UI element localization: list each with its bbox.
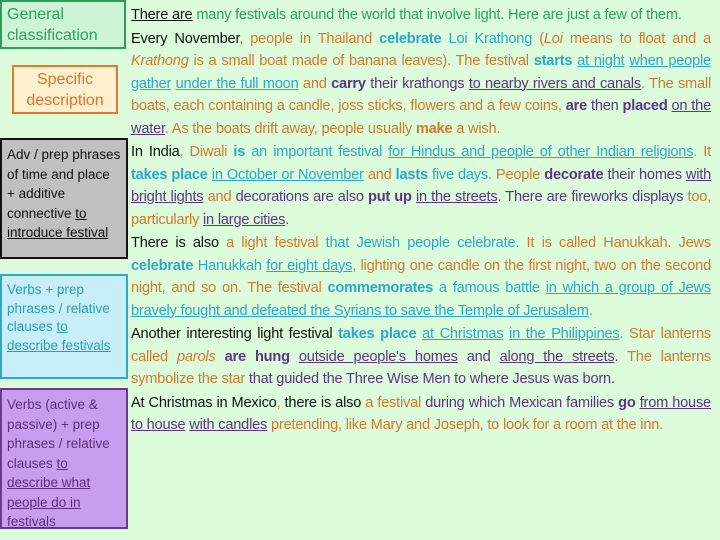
- legend-specific-label: Specific description: [26, 71, 104, 109]
- text-segment: Another interesting light festival: [131, 326, 339, 342]
- legend-adv-label: Adv / prep phrases of time and place + a…: [7, 147, 121, 221]
- text-segment: that guided the Three Wise Men to where …: [248, 371, 615, 387]
- text-segment: make: [415, 120, 453, 137]
- paragraph-1: There are many festivals around the worl…: [131, 4, 711, 27]
- text-segment: and: [203, 189, 236, 205]
- legend-general-classification: General classification: [0, 0, 126, 49]
- text-segment: [290, 349, 299, 365]
- legend-verbs-describe-festivals: Verbs + prep phrases / relative clauses …: [0, 274, 128, 379]
- text-segment: Loi: [543, 30, 563, 47]
- text-segment: There is also: [131, 235, 219, 251]
- text-segment: under the full moon: [175, 75, 299, 92]
- text-segment: an important festival: [245, 144, 389, 160]
- text-segment: a light festival: [218, 235, 326, 251]
- paragraph-2: Every November, people in Thailand celeb…: [131, 28, 711, 141]
- text-segment: decorations are also: [235, 189, 368, 205]
- text-segment: ,: [276, 394, 285, 411]
- text-segment: placed: [622, 98, 668, 114]
- text-segment: lasts: [395, 166, 428, 183]
- text-segment: carry: [331, 75, 366, 92]
- text-segment: during which Mexican families: [425, 394, 619, 411]
- text-segment: put up: [367, 189, 412, 205]
- text-segment: a wish.: [452, 120, 501, 137]
- legend-general-label: General classification: [7, 6, 98, 44]
- text-segment: celebrate: [131, 257, 194, 274]
- text-segment: (: [532, 30, 544, 47]
- text-segment: Krathong: [131, 53, 189, 69]
- text-segment: their krathongs: [365, 75, 469, 92]
- text-segment: , Diwali: [179, 144, 234, 160]
- text-segment: commemorates: [327, 280, 434, 296]
- text-segment: .: [619, 326, 630, 342]
- text-segment: in the Philippines: [509, 326, 620, 342]
- text-segment: There are: [131, 7, 193, 23]
- paragraph-4: There is also a light festival that Jewi…: [131, 232, 711, 322]
- text-segment: Every November: [131, 30, 240, 47]
- paragraph-3: In India, Diwali is an important festiva…: [131, 141, 711, 231]
- text-segment: a festival: [365, 394, 426, 411]
- text-segment: . As the boats drift away, people usuall…: [164, 120, 416, 137]
- text-segment: and: [298, 75, 332, 92]
- text-segment: along the streets: [499, 348, 615, 365]
- paragraph-6: At Christmas in Mexico, there is also a …: [131, 392, 711, 437]
- text-segment: People: [495, 166, 545, 183]
- text-segment: at night: [577, 53, 625, 69]
- text-segment: celebrate: [379, 30, 442, 47]
- text-segment: takes place: [131, 166, 208, 183]
- text-segment: decorate: [544, 166, 604, 183]
- text-segment: their homes: [603, 166, 686, 183]
- text-segment: .: [285, 211, 290, 228]
- text-segment: with candles: [189, 417, 268, 433]
- text-segment: . There are fireworks displays: [497, 189, 688, 205]
- text-segment: outside people's homes: [298, 348, 458, 365]
- text-segment: and: [457, 348, 500, 365]
- legend-specific-description: Specific description: [12, 65, 118, 114]
- text-segment: At Christmas in Mexico: [131, 394, 277, 411]
- annotated-text: There are many festivals around the worl…: [131, 4, 711, 438]
- text-segment: are hung: [224, 348, 290, 365]
- text-segment: in large cities: [203, 211, 286, 228]
- text-segment: , people in Thailand: [239, 30, 380, 47]
- text-segment: then: [587, 98, 623, 114]
- text-segment: at Christmas: [422, 326, 504, 342]
- text-segment: .: [614, 348, 628, 365]
- text-segment: It is called Hanukkah. Jews: [526, 235, 712, 251]
- text-segment: in October or November: [211, 166, 364, 183]
- legend-verbs-what-people-do: Verbs (active & passive) + prep phrases …: [0, 388, 128, 529]
- text-segment: a famous battle: [433, 280, 546, 296]
- text-segment: is a small boat made of banana leaves). …: [188, 53, 534, 69]
- text-segment: there is also: [284, 394, 366, 411]
- text-segment: Loi Krathong: [441, 30, 533, 47]
- text-segment: is: [233, 144, 246, 160]
- text-segment: Hanukkah: [193, 257, 267, 274]
- text-segment: go: [618, 394, 636, 411]
- text-segment: pretending, like Mary and Joseph, to loo…: [267, 417, 664, 433]
- legend-adverbial-phrases: Adv / prep phrases of time and place + a…: [0, 138, 128, 259]
- text-segment: starts: [533, 53, 573, 69]
- text-segment: five days.: [427, 166, 496, 183]
- text-segment: .: [588, 302, 593, 319]
- text-segment: to nearby rivers and canals: [468, 75, 641, 92]
- text-segment: means to float and a: [562, 30, 711, 47]
- text-segment: [216, 349, 225, 365]
- text-segment: takes place: [338, 326, 417, 342]
- text-segment: for eight days: [266, 257, 353, 274]
- text-segment: . It: [693, 144, 711, 160]
- text-segment: are: [565, 98, 588, 114]
- text-segment: In India: [131, 144, 180, 160]
- text-segment: in the streets: [415, 189, 498, 205]
- text-segment: for Hindus and people of other Indian re…: [388, 144, 694, 160]
- text-segment: parols: [176, 348, 216, 365]
- paragraph-5: Another interesting light festival takes…: [131, 323, 711, 391]
- text-segment: and: [363, 166, 396, 183]
- text-segment: many festivals around the world that inv…: [192, 7, 682, 23]
- text-segment: that Jewish people celebrate.: [325, 235, 527, 251]
